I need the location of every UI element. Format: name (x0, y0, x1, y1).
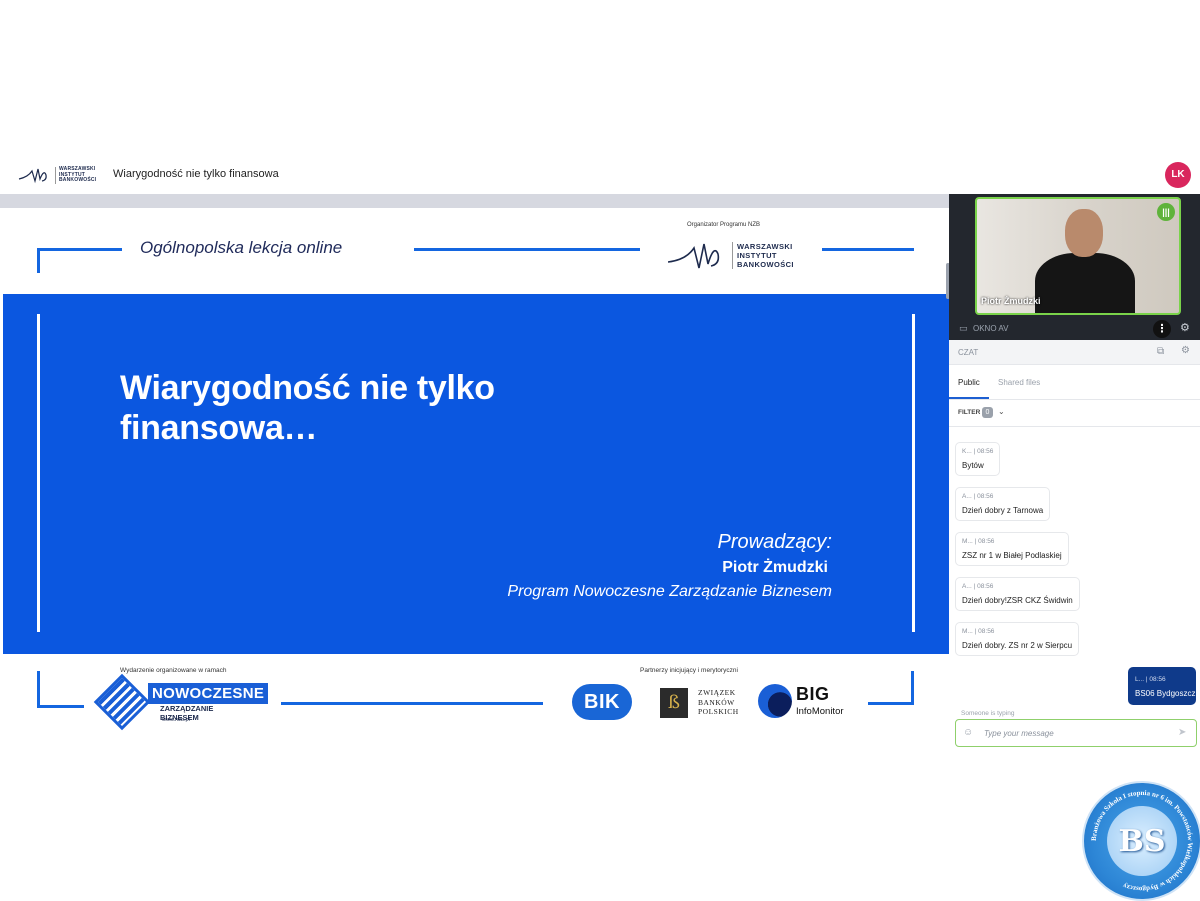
frame-line-left (37, 314, 40, 632)
zbp-emblem-icon: ß (660, 688, 688, 718)
slide-heading-line: finansowa… (120, 409, 318, 447)
chat-message: A... | 08:56 Dzień dobry z Tarnowa (955, 487, 1051, 521)
slide-header: Ogólnopolska lekcja online Organizator P… (0, 208, 949, 294)
zbp-line: ZWIĄZEK (698, 688, 736, 697)
frame-bracket (37, 671, 84, 708)
message-text: Dzień dobry!ZSR CKZ Świdwin (962, 596, 1073, 605)
presentation-slide: Ogólnopolska lekcja online Organizator P… (0, 194, 949, 742)
nzb-name: NOWOCZESNE (148, 683, 269, 704)
typing-indicator: Someone is typing (961, 710, 1015, 717)
footer-line (281, 702, 543, 705)
organizer-label: Organizator Programu NZB (687, 222, 761, 228)
logo-line: WARSZAWSKI (737, 242, 793, 251)
message-text: BS06 Bydgoszcz (1135, 689, 1196, 698)
chat-message: A... | 08:56 Dzień dobry!ZSR CKZ Świdwin (955, 577, 1080, 611)
filter-row: FILTER 0 ⌄ (949, 400, 1200, 427)
footer-org-label: Wydarzenie organizowane w ramach (120, 667, 227, 674)
emoji-icon[interactable]: ☺ (963, 727, 973, 738)
nzb-logo: NOWOCZESNE ZARZĄDZANIE BIZNESEM www.nzb.… (93, 673, 269, 731)
chat-header: CZAT ⧉ ⚙ (949, 340, 1200, 365)
nzb-url: www.nzb.pl (162, 717, 190, 723)
presenter-program: Program Nowoczesne Zarządzanie Biznesem (507, 583, 832, 600)
slide-footer: Wydarzenie organizowane w ramach NOWOCZE… (0, 654, 949, 742)
message-meta: A... | 08:56 (962, 583, 994, 590)
header-line (414, 248, 640, 251)
footer-line (868, 702, 914, 705)
big-subtitle: InfoMonitor (796, 706, 844, 717)
send-icon[interactable]: ➤ (1178, 727, 1186, 738)
av-window-label: OKNO AV (973, 324, 1009, 333)
frame-bracket (37, 248, 122, 273)
zbp-line: POLSKICH (698, 707, 739, 716)
message-text: ZSZ nr 1 w Białej Podlaskiej (962, 551, 1062, 560)
tab-public[interactable]: Public (958, 378, 980, 387)
chevron-down-icon[interactable]: ⌄ (998, 407, 1005, 416)
presenter-name: Piotr Żmudzki (722, 559, 828, 576)
message-meta: M... | 08:56 (962, 538, 995, 545)
badge-initials: BS (1118, 824, 1166, 859)
logo-line: BANKOWOŚCI (737, 260, 794, 269)
big-logo: BIG InfoMonitor (758, 684, 858, 720)
message-text: Dzień dobry z Tarnowa (962, 506, 1044, 515)
wib-signature-icon (667, 243, 720, 269)
more-options-button[interactable]: ⋮ (1153, 320, 1171, 338)
filter-label[interactable]: FILTER (958, 409, 980, 416)
filter-count-badge[interactable]: 0 (982, 407, 993, 418)
meeting-title: Wiarygodność nie tylko finansowa (113, 168, 279, 180)
participant-video-body (1035, 253, 1135, 313)
video-area: ||| Piotr Żmudzki ▭ OKNO AV ⋮ ⚙ (949, 194, 1200, 340)
bik-logo: BIK (572, 684, 632, 720)
wib-logo: WARSZAWSKI INSTYTUT BANKOWOŚCI (18, 163, 96, 188)
nzb-diamond-icon (93, 673, 151, 731)
big-name: BIG (796, 684, 830, 704)
message-meta: L... | 08:56 (1135, 676, 1166, 683)
own-chat-message: L... | 08:56 BS06 Bydgoszcz (1128, 667, 1196, 705)
chat-message: K... | 08:56 Bytów (955, 442, 1001, 476)
message-text: Bytów (962, 461, 984, 470)
participant-video-head (1065, 209, 1103, 257)
video-tile[interactable]: ||| Piotr Żmudzki (975, 197, 1181, 315)
organizer-logo: WARSZAWSKI INSTYTUT BANKOWOŚCI (667, 238, 808, 278)
presenter-label: Prowadzący: (717, 531, 833, 553)
lesson-title: Ogólnopolska lekcja online (140, 238, 343, 257)
side-panel: ||| Piotr Żmudzki ▭ OKNO AV ⋮ ⚙ CZAT ⧉ ⚙… (949, 194, 1200, 747)
participant-name: Piotr Żmudzki (981, 296, 1041, 306)
tab-shared-files[interactable]: Shared files (998, 378, 1040, 387)
message-composer: ☺ ➤ (955, 719, 1197, 747)
message-input[interactable] (984, 725, 1164, 741)
school-badge-logo: Branżowa Szkoła I stopnia nr 6 im. Powst… (1082, 781, 1200, 901)
active-tab-indicator (949, 397, 989, 399)
audio-wave-icon: ||| (1157, 203, 1175, 221)
wib-signature-icon (18, 168, 47, 184)
frame-bracket (911, 671, 914, 705)
big-circle-icon (758, 684, 792, 718)
chat-tabs: Public Shared files (949, 365, 1200, 400)
av-window-bar: ▭ OKNO AV ⋮ ⚙ (949, 318, 1200, 340)
partners-label: Partnerzy inicjujący i merytoryczni (640, 667, 738, 674)
slide-heading-line: Wiarygodność nie tylko (120, 369, 495, 407)
chat-message: M... | 08:56 Dzień dobry. ZS nr 2 w Sier… (955, 622, 1080, 656)
logo-line: BANKOWOŚCI (59, 177, 97, 183)
gear-icon[interactable]: ⚙ (1180, 321, 1190, 334)
header-line (822, 248, 914, 251)
slide-top-strip (0, 194, 949, 208)
gear-icon[interactable]: ⚙ (1181, 345, 1190, 356)
top-bar: WARSZAWSKI INSTYTUT BANKOWOŚCI Wiarygodn… (0, 157, 1200, 195)
message-meta: M... | 08:56 (962, 628, 995, 635)
frame-line-right (912, 314, 915, 632)
chat-title: CZAT (958, 348, 979, 357)
slide-main-panel: Wiarygodność nie tylko finansowa… Prowad… (3, 294, 949, 654)
zbp-logo: ß ZWIĄZEK BANKÓW POLSKICH (660, 686, 750, 720)
user-avatar[interactable]: LK (1165, 162, 1191, 188)
badge-center: BS (1107, 806, 1177, 876)
camera-icon: ▭ (959, 323, 968, 333)
popout-icon[interactable]: ⧉ (1157, 346, 1164, 357)
message-text: Dzień dobry. ZS nr 2 w Sierpcu (962, 641, 1073, 650)
chat-message: M... | 08:56 ZSZ nr 1 w Białej Podlaskie… (955, 532, 1069, 566)
logo-line: INSTYTUT (737, 251, 777, 260)
zbp-line: BANKÓW (698, 697, 735, 707)
slide-heading: Wiarygodność nie tylko finansowa… (120, 368, 495, 448)
message-meta: A... | 08:56 (962, 493, 994, 500)
message-meta: K... | 08:56 (962, 448, 994, 455)
